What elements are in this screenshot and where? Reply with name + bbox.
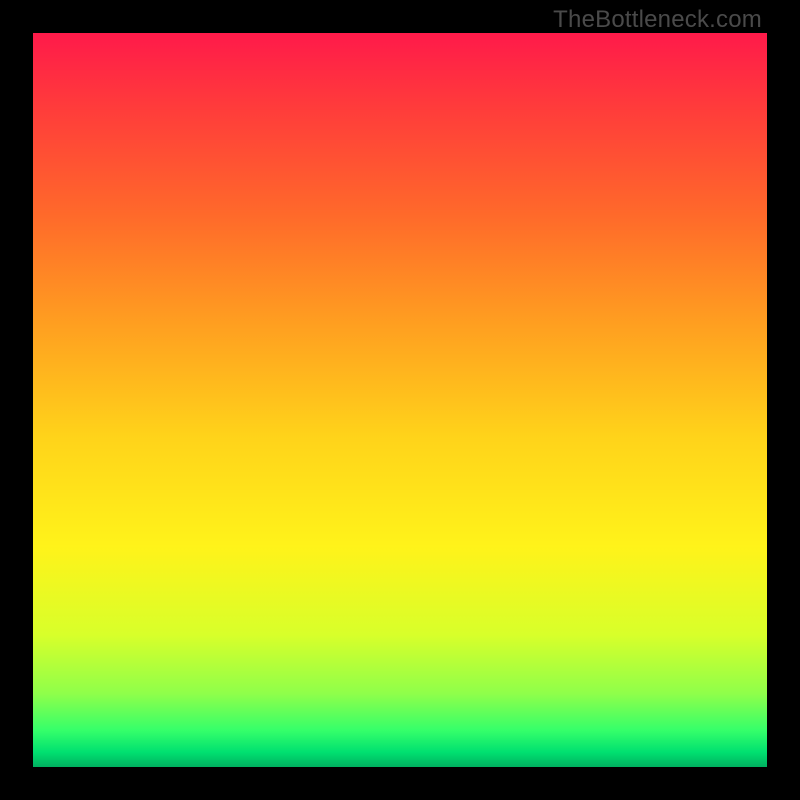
heat-gradient-background (33, 33, 767, 767)
watermark-text: TheBottleneck.com (553, 6, 762, 34)
chart-frame: TheBottleneck.com (0, 0, 800, 800)
plot-area (33, 33, 767, 767)
